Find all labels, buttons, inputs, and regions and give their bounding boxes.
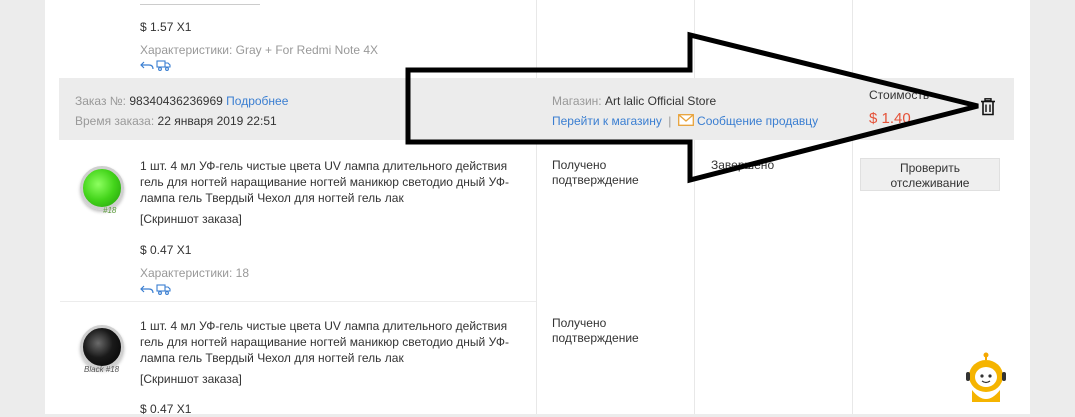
assistant-robot-icon[interactable] [962,352,1010,406]
annotation-arrow [405,31,979,184]
